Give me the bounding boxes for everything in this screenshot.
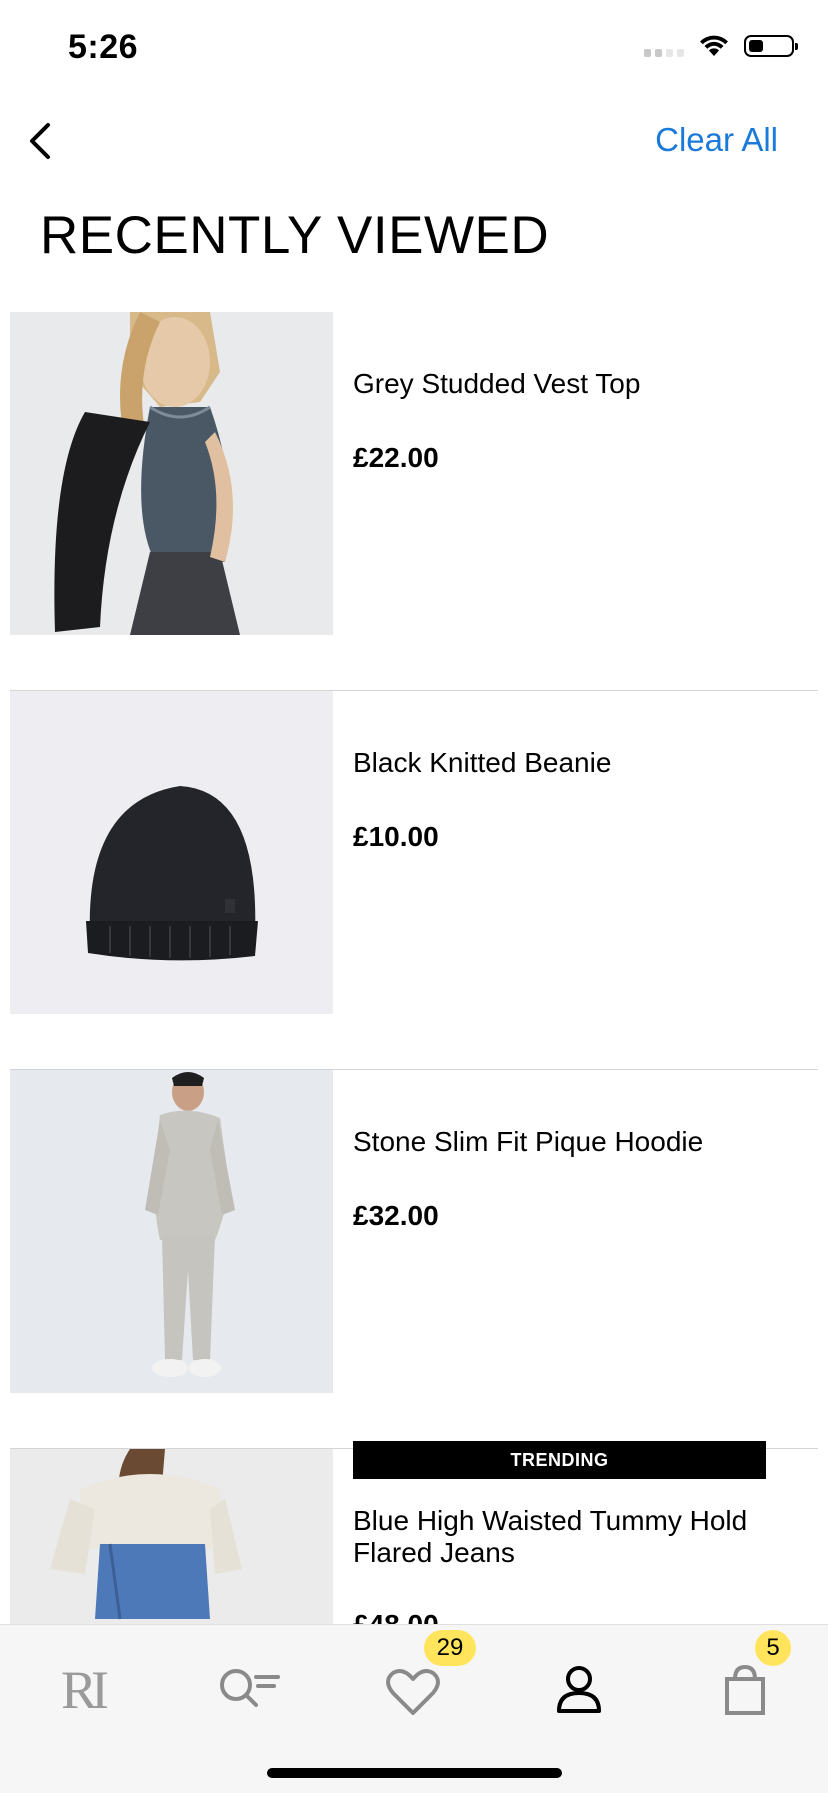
product-name[interactable]: Grey Studded Vest Top bbox=[353, 368, 793, 400]
person-icon bbox=[557, 1666, 601, 1713]
battery-level bbox=[749, 40, 763, 52]
product-row[interactable]: Grey Studded Vest Top £22.00 bbox=[10, 312, 818, 691]
product-photo-jeans bbox=[10, 1449, 333, 1624]
back-button[interactable] bbox=[18, 117, 68, 167]
clear-all-button[interactable]: Clear All bbox=[655, 121, 778, 159]
product-price: £10.00 bbox=[353, 821, 439, 852]
product-row[interactable]: TRENDING Blue High Waisted Tummy Hold Fl… bbox=[10, 1441, 818, 1624]
product-name[interactable]: Stone Slim Fit Pique Hoodie bbox=[353, 1126, 793, 1158]
brand-logo: RI bbox=[61, 1660, 109, 1720]
wishlist-count-badge: 29 bbox=[424, 1630, 476, 1666]
product-list[interactable]: Grey Studded Vest Top £22.00 Black Knitt… bbox=[0, 312, 828, 1624]
product-price: £22.00 bbox=[353, 442, 439, 473]
product-row[interactable]: Black Knitted Beanie £10.00 bbox=[10, 691, 818, 1070]
status-icons bbox=[644, 34, 798, 58]
product-photo-hoodie bbox=[10, 1070, 333, 1393]
product-image[interactable] bbox=[10, 691, 333, 1014]
home-indicator bbox=[267, 1768, 562, 1778]
tab-home[interactable]: RI bbox=[42, 1655, 122, 1725]
product-photo-beanie bbox=[10, 691, 333, 1014]
trending-badge: TRENDING bbox=[353, 1441, 766, 1479]
signal-icon bbox=[644, 35, 684, 57]
status-time: 5:26 bbox=[68, 28, 139, 66]
tab-account[interactable] bbox=[539, 1655, 619, 1725]
wifi-icon bbox=[700, 35, 728, 56]
product-photo-vest-top bbox=[10, 312, 333, 635]
product-image[interactable] bbox=[10, 1070, 333, 1393]
product-row[interactable]: Stone Slim Fit Pique Hoodie £32.00 bbox=[10, 1070, 818, 1449]
product-name[interactable]: Black Knitted Beanie bbox=[353, 747, 793, 779]
product-price: £48.00 bbox=[353, 1609, 439, 1624]
product-price: £32.00 bbox=[353, 1200, 439, 1231]
page-title: RECENTLY VIEWED bbox=[40, 206, 550, 265]
battery-icon bbox=[744, 35, 798, 57]
bag-count-badge: 5 bbox=[755, 1630, 791, 1666]
search-filter-icon bbox=[220, 1669, 280, 1707]
tab-search[interactable] bbox=[208, 1655, 288, 1725]
nav-bar: Clear All bbox=[0, 105, 828, 175]
status-bar: 5:26 bbox=[0, 0, 828, 100]
product-image[interactable] bbox=[10, 312, 333, 635]
product-name[interactable]: Blue High Waisted Tummy Hold Flared Jean… bbox=[353, 1505, 793, 1569]
product-image[interactable] bbox=[10, 1449, 333, 1624]
chevron-left-icon bbox=[30, 123, 50, 159]
